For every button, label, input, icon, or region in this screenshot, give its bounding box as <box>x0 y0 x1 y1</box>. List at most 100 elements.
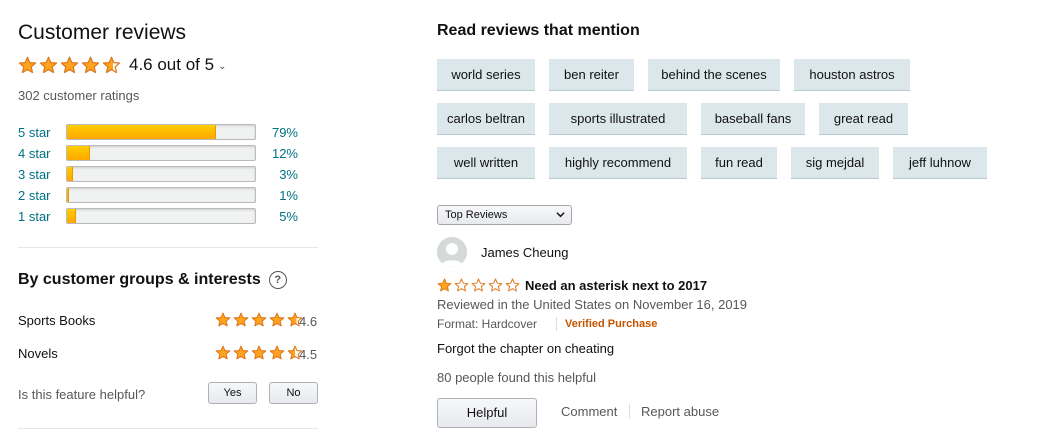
yes-button[interactable]: Yes <box>208 382 257 404</box>
overall-star-rating <box>18 56 121 75</box>
mention-chip[interactable]: ben reiter <box>549 59 634 91</box>
review-date: Reviewed in the United States on Novembe… <box>437 297 748 312</box>
avatar[interactable] <box>437 237 467 267</box>
histogram-label[interactable]: 4 star <box>18 146 51 161</box>
star-icon <box>18 56 37 73</box>
reviewer-name[interactable]: James Cheung <box>481 245 568 260</box>
mention-chip[interactable]: highly recommend <box>549 147 687 179</box>
histogram-bar-fill <box>67 167 73 181</box>
mention-chip[interactable]: fun read <box>701 147 777 179</box>
group-star-rating <box>215 345 303 361</box>
histogram-label[interactable]: 1 star <box>18 209 51 224</box>
star-icon <box>269 312 285 327</box>
star-icon <box>505 278 520 292</box>
divider <box>18 428 318 429</box>
histogram-percent[interactable]: 79% <box>258 125 298 140</box>
histogram-label[interactable]: 5 star <box>18 125 51 140</box>
histogram-percent[interactable]: 3% <box>258 167 298 182</box>
star-icon <box>269 345 285 360</box>
histogram-row-4-star[interactable]: 4 star 12% <box>18 145 318 166</box>
chevron-down-icon <box>556 212 565 218</box>
histogram-row-3-star[interactable]: 3 star 3% <box>18 166 318 187</box>
histogram-bar-fill <box>67 125 216 139</box>
star-icon <box>102 56 121 73</box>
star-icon <box>233 345 249 360</box>
review-format[interactable]: Format: Hardcover <box>437 317 537 331</box>
histogram-percent[interactable]: 12% <box>258 146 298 161</box>
histogram-bar-fill <box>67 209 77 223</box>
chevron-down-icon[interactable]: ⌄ <box>218 61 226 72</box>
group-rating-value: 4.6 <box>299 314 318 329</box>
star-rating-icons <box>215 345 303 360</box>
histogram-label[interactable]: 3 star <box>18 167 51 182</box>
mention-chip[interactable]: jeff luhnow <box>893 147 987 179</box>
star-icon <box>215 345 231 360</box>
group-row-novels: Novels 4.5 <box>18 345 318 365</box>
no-button[interactable]: No <box>269 382 318 404</box>
mention-chip[interactable]: sports illustrated <box>549 103 687 135</box>
star-icon <box>251 345 267 360</box>
group-rating-value: 4.5 <box>299 347 318 362</box>
overall-rating[interactable]: 4.6 out of 5 ⌄ <box>18 54 226 76</box>
star-rating-icons <box>437 278 520 292</box>
star-icon <box>81 56 100 73</box>
group-star-rating <box>215 312 303 328</box>
divider <box>18 247 318 248</box>
histogram-percent[interactable]: 1% <box>258 188 298 203</box>
histogram-bar[interactable] <box>66 208 256 224</box>
star-rating-icons <box>18 56 121 73</box>
mention-chip[interactable]: world series <box>437 59 535 91</box>
histogram-row-2-star[interactable]: 2 star 1% <box>18 187 318 208</box>
report-abuse-link[interactable]: Report abuse <box>641 404 719 419</box>
group-row-sports-books: Sports Books 4.6 <box>18 312 318 332</box>
comment-link[interactable]: Comment <box>561 404 617 419</box>
rating-histogram: 5 star 79% 4 star 12% 3 star 3% 2 star 1… <box>18 124 318 229</box>
mention-chip[interactable]: houston astros <box>794 59 910 91</box>
histogram-percent[interactable]: 5% <box>258 209 298 224</box>
review-body: Forgot the chapter on cheating <box>437 341 615 356</box>
found-helpful-count: 80 people found this helpful <box>437 370 597 385</box>
star-icon <box>233 312 249 327</box>
mention-chip[interactable]: sig mejdal <box>791 147 879 179</box>
divider <box>629 404 630 419</box>
feature-helpful-question: Is this feature helpful? <box>18 387 146 402</box>
histogram-bar[interactable] <box>66 166 256 182</box>
customer-groups-heading: By customer groups & interests ? <box>18 271 287 289</box>
mentions-heading: Read reviews that mention <box>437 22 640 39</box>
customer-groups-title: By customer groups & interests <box>18 271 261 288</box>
overall-rating-text: 4.6 out of 5 <box>129 55 215 74</box>
user-silhouette-icon <box>437 237 467 267</box>
ratings-count: 302 customer ratings <box>18 88 140 103</box>
customer-reviews-heading: Customer reviews <box>18 21 187 44</box>
mention-chip[interactable]: well written <box>437 147 535 179</box>
verified-purchase-badge: Verified Purchase <box>565 318 658 330</box>
histogram-bar[interactable] <box>66 124 256 140</box>
star-icon <box>437 278 452 292</box>
star-icon <box>60 56 79 73</box>
mention-chip[interactable]: behind the scenes <box>648 59 780 91</box>
mention-chip[interactable]: carlos beltran <box>437 103 535 135</box>
histogram-bar-fill <box>67 188 69 202</box>
group-name: Novels <box>18 346 58 361</box>
histogram-bar[interactable] <box>66 145 256 161</box>
mention-chip[interactable]: great read <box>819 103 908 135</box>
star-icon <box>471 278 486 292</box>
histogram-row-1-star[interactable]: 1 star 5% <box>18 208 318 229</box>
mention-chip[interactable]: baseball fans <box>701 103 805 135</box>
histogram-row-5-star[interactable]: 5 star 79% <box>18 124 318 145</box>
star-rating-icons <box>215 312 303 327</box>
review-title[interactable]: Need an asterisk next to 2017 <box>525 278 707 293</box>
histogram-bar-fill <box>67 146 90 160</box>
star-icon <box>215 312 231 327</box>
helpful-button[interactable]: Helpful <box>437 398 537 428</box>
group-name: Sports Books <box>18 313 96 328</box>
star-icon <box>39 56 58 73</box>
review-star-rating[interactable] <box>437 278 520 293</box>
star-icon <box>454 278 469 292</box>
star-icon <box>251 312 267 327</box>
sort-reviews-dropdown[interactable]: Top Reviews <box>437 205 572 225</box>
histogram-bar[interactable] <box>66 187 256 203</box>
help-icon[interactable]: ? <box>268 271 287 289</box>
sort-selected-value: Top Reviews <box>445 209 508 221</box>
histogram-label[interactable]: 2 star <box>18 188 51 203</box>
